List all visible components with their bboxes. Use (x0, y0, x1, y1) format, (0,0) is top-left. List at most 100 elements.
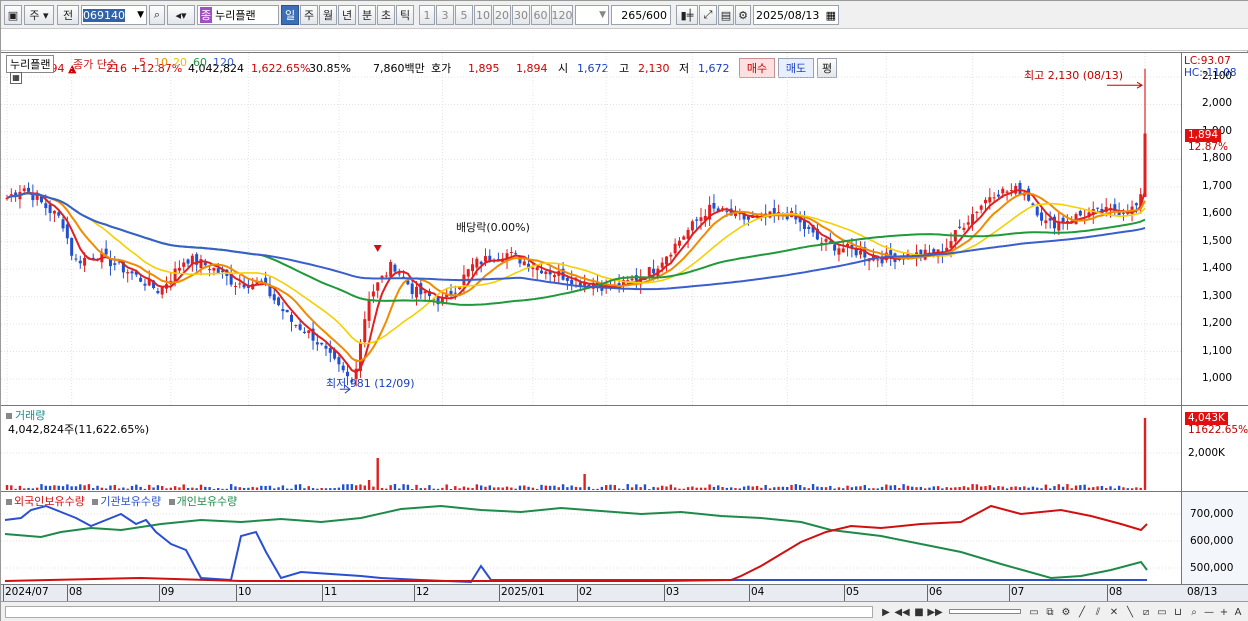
copy-icon[interactable]: ⧉ (1043, 605, 1057, 619)
period-year[interactable]: 년 (338, 5, 356, 25)
date-input[interactable]: 2025/08/13 ▦ (753, 5, 839, 25)
volume-bar (354, 485, 358, 490)
period-minute[interactable]: 분 (358, 5, 376, 25)
price-tick: 2,100 (1202, 70, 1233, 82)
volume-bar (837, 487, 841, 490)
volume-chart[interactable] (1, 406, 1181, 491)
stop-icon[interactable]: ■ (912, 605, 926, 619)
cross-tool-icon[interactable]: ✕ (1107, 605, 1121, 619)
price-tick: 2,000 (1202, 97, 1233, 110)
volume-bar (807, 488, 810, 490)
sound-icon[interactable]: ◂▾ (167, 5, 195, 25)
text-tool-icon[interactable]: A (1231, 605, 1245, 619)
scope-button[interactable]: 전 (57, 5, 79, 25)
volume-bar (777, 486, 780, 490)
volume-bar (31, 488, 35, 490)
price-axis[interactable]: LC:93.07 HC:-11.08 2,1002,0001,9001,8001… (1181, 52, 1248, 405)
volume-bar (242, 487, 246, 490)
holding-axis[interactable]: 700,000 600,000 500,000 (1181, 491, 1248, 584)
holding-panel[interactable]: 외국인보유수량 기관보유수량 개인보유수량 (1, 491, 1181, 584)
count-value: 265 (621, 8, 643, 22)
interval-3[interactable]: 3 (436, 5, 454, 25)
volume-bar (169, 487, 173, 490)
candle (113, 256, 117, 271)
add-icon[interactable]: + (1217, 605, 1231, 619)
count-input[interactable]: 265/600 (611, 5, 671, 25)
draw-icon[interactable]: ⤢ (699, 5, 717, 25)
volume-bar (531, 487, 535, 490)
interval-60[interactable]: 60 (531, 5, 550, 25)
window-icon[interactable]: ▭ (1027, 605, 1041, 619)
zoom-out-icon[interactable]: — (1202, 605, 1216, 619)
volume-bar (454, 486, 457, 490)
interval-30[interactable]: 30 (512, 5, 530, 25)
candle-icon[interactable]: ▮╪ (676, 5, 698, 25)
volume-bar (872, 488, 875, 490)
interval-20[interactable]: 20 (493, 5, 511, 25)
period-second[interactable]: 초 (377, 5, 395, 25)
x-tick-label: 05 (846, 586, 860, 598)
x-tick-mark (67, 585, 68, 601)
magnet-icon[interactable]: ⊔ (1171, 605, 1185, 619)
volume-bar (380, 488, 384, 490)
volume-bar (557, 487, 560, 490)
zoom-in-icon[interactable]: ⌕ (1187, 605, 1201, 619)
forward-icon[interactable]: ▶▶ (927, 605, 942, 619)
interval-120[interactable]: 120 (551, 5, 573, 25)
volume-bar (729, 487, 733, 490)
period-day[interactable]: 일 (281, 5, 299, 25)
channel-tool-icon[interactable]: ⧄ (1139, 605, 1153, 619)
volume-rate-tag: 11622.65% (1188, 424, 1248, 436)
play-icon[interactable]: ▶ (879, 605, 893, 619)
stock-name-field[interactable]: 종 누리플랜 (197, 5, 279, 25)
market-select[interactable]: 주 ▾ (24, 5, 54, 25)
period-month[interactable]: 월 (319, 5, 337, 25)
interval-1[interactable]: 1 (419, 5, 435, 25)
candle (1040, 207, 1044, 226)
x-tick-label: 04 (751, 586, 765, 598)
zoom-slider[interactable] (949, 609, 1021, 614)
interval-10[interactable]: 10 (474, 5, 492, 25)
search-icon[interactable]: ⌕ (149, 5, 165, 25)
volume-bar (975, 484, 979, 490)
stock-tag[interactable]: 누리플랜 (6, 55, 55, 73)
line-tool-icon[interactable]: ╱ (1075, 605, 1089, 619)
volume-bar (35, 487, 39, 490)
fibo-tool-icon[interactable]: ⫽ (1091, 605, 1105, 619)
volume-bar (992, 487, 996, 490)
volume-bar (191, 487, 194, 490)
settings-icon[interactable]: ⚙ (1059, 605, 1073, 619)
calendar-icon[interactable]: ▦ (826, 9, 836, 22)
period-week[interactable]: 주 (300, 5, 318, 25)
volume-bar (669, 484, 673, 490)
price-panel[interactable]: 누리플랜 종가 단순 5 10 20 60 120 ▦ 최고 2,130 (08… (1, 52, 1181, 405)
gear-icon[interactable]: ⚙ (735, 5, 751, 25)
trend-tool-icon[interactable]: ╲ (1123, 605, 1137, 619)
volume-bar (1053, 486, 1056, 490)
volume-panel[interactable]: 거래량 4,042,824주(11,622.65%) (1, 405, 1181, 491)
interval-5[interactable]: 5 (455, 5, 473, 25)
period-tick[interactable]: 틱 (396, 5, 414, 25)
horizontal-scrollbar[interactable] (5, 606, 873, 618)
price-chart[interactable] (1, 53, 1181, 405)
rect-tool-icon[interactable]: ▭ (1155, 605, 1169, 619)
save-icon[interactable]: ▤ (718, 5, 734, 25)
volume-bar (40, 484, 43, 490)
volume-bar (311, 488, 315, 490)
interval-dropdown[interactable]: ▼ (575, 5, 609, 25)
price-tick: 1,800 (1202, 152, 1233, 165)
volume-bar (936, 486, 940, 490)
holding-legend: 외국인보유수량 기관보유수량 개인보유수량 (6, 493, 237, 509)
rewind-icon[interactable]: ◀◀ (894, 605, 909, 619)
chevron-down-icon[interactable]: ▼ (137, 10, 144, 20)
layout-icon[interactable]: ▣ (4, 5, 22, 25)
grid-icon[interactable]: ▦ (10, 72, 22, 84)
volume-axis[interactable]: 4,043K 11622.65% 2,000K (1181, 405, 1248, 491)
volume-bar (484, 486, 487, 490)
candle (889, 243, 893, 266)
code-input[interactable]: 069140 ▼ (81, 5, 147, 25)
candle (1035, 206, 1039, 218)
volume-bar (958, 487, 961, 490)
volume-bar (247, 487, 250, 490)
volume-bar (48, 485, 52, 490)
